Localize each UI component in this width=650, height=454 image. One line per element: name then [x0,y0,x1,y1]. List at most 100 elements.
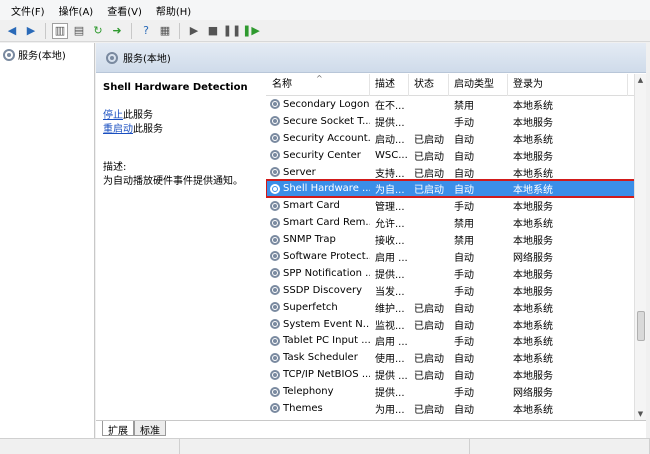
table-row[interactable]: Smart Card Rem... 允许... 禁用 本地系统 [266,214,646,231]
cell-description: 使用... [375,354,405,366]
table-row[interactable]: Themes 为用... 已启动 自动 本地系统 [266,400,646,417]
cell-log-on-as: 本地服务 [513,117,553,129]
export-icon[interactable]: ➜ [109,23,125,39]
table-row[interactable]: SPP Notification ... 提供... 手动 本地服务 [266,265,646,282]
cell-log-on-as: 本地系统 [513,404,553,416]
table-row[interactable]: Software Protect... 启用 ... 自动 网络服务 [266,248,646,265]
service-name: Security Center [283,149,361,161]
table-row[interactable]: Secondary Logon 在不... 禁用 本地系统 [266,96,646,113]
cell-name: SNMP Trap [266,234,370,245]
table-row[interactable]: Security Account... 启动... 已启动 自动 本地系统 [266,130,646,147]
cell-name: Software Protect... [266,251,370,262]
cell-description: 提供... [375,388,405,400]
table-row[interactable]: Secure Socket T... 提供... 手动 本地服务 [266,113,646,130]
service-name: SSDP Discovery [283,284,363,296]
status-cell [180,439,470,454]
cell-description: 提供... [375,117,405,129]
column-header-description[interactable]: 描述 [370,74,409,96]
cell-log-on-as: 本地服务 [513,236,553,248]
service-gear-icon [270,335,280,346]
cell-status: 已启动 [414,151,444,163]
stop-service-link[interactable]: 停止 [103,110,123,121]
cell-description: 启用 ... [375,337,408,349]
column-header-status[interactable]: 状态 [409,74,449,96]
service-gear-icon [270,217,280,228]
table-row[interactable]: Task Scheduler 使用... 已启动 自动 本地系统 [266,349,646,366]
toolbar: ◀ ▶ ▥ ▤ ↻ ➜ ? ▦ ▶ ■ ❚❚ ❚▶ [0,20,650,42]
cell-description: 为用... [375,404,405,416]
scroll-down-icon[interactable]: ▼ [635,408,646,420]
cell-status: 已启动 [414,168,444,180]
properties-icon[interactable]: ▤ [71,23,87,39]
cell-startup-type: 禁用 [454,100,474,112]
cell-name: System Event N... [266,319,370,330]
cell-log-on-as: 本地服务 [513,371,553,383]
table-row[interactable]: Tablet PC Input ... 启用 ... 手动 本地系统 [266,332,646,349]
vertical-scrollbar[interactable]: ▲ ▼ [634,74,646,420]
service-name: Software Protect... [283,250,370,262]
service-name: Shell Hardware ... [283,183,370,195]
service-gear-icon [270,302,280,313]
cell-name: Shell Hardware ... [266,183,370,194]
service-gear-icon [270,403,280,414]
cell-description: 监视... [375,320,405,332]
cell-log-on-as: 本地系统 [513,337,553,349]
help-icon[interactable]: ? [138,23,154,39]
tree-item-services-local[interactable]: 服务(本地) [0,43,94,66]
table-row[interactable]: TCP/IP NetBIOS ... 提供 ... 已启动 自动 本地服务 [266,366,646,383]
table-row[interactable]: SSDP Discovery 当发... 手动 本地服务 [266,282,646,299]
table-row[interactable]: System Event N... 监视... 已启动 自动 本地系统 [266,316,646,333]
cell-log-on-as: 本地系统 [513,219,553,231]
cell-description: 提供... [375,269,405,281]
service-name: Themes [283,402,323,414]
table-row[interactable]: Security Center WSC... 已启动 自动 本地服务 [266,147,646,164]
service-gear-icon [270,285,280,296]
play-icon[interactable]: ▶ [186,23,202,39]
table-row[interactable]: Smart Card 管理... 手动 本地服务 [266,197,646,214]
table-row[interactable]: SNMP Trap 接收... 禁用 本地服务 [266,231,646,248]
table-row[interactable]: Telephony 提供... 手动 网络服务 [266,383,646,400]
table-row-selected[interactable]: Shell Hardware ... 为自... 已启动 自动 本地系统 [266,179,646,199]
column-header-log-on-as[interactable]: 登录为 [508,74,628,96]
tab-extended[interactable]: 扩展 [102,421,134,437]
cell-status: 已启动 [414,134,444,146]
tab-standard[interactable]: 标准 [134,421,166,437]
cell-startup-type: 自动 [454,320,474,332]
table-row[interactable]: Superfetch 维护... 已启动 自动 本地系统 [266,299,646,316]
refresh-icon[interactable]: ↻ [90,23,106,39]
scroll-thumb[interactable] [637,311,645,341]
restart-icon[interactable]: ❚▶ [242,23,260,39]
pause-icon[interactable]: ❚❚ [223,23,241,39]
cell-startup-type: 自动 [454,134,474,146]
stop-icon[interactable]: ■ [205,23,221,39]
restart-action: 重启动此服务 [103,123,259,137]
restart-suffix: 此服务 [133,124,163,135]
cell-log-on-as: 本地系统 [513,320,553,332]
forward-icon[interactable]: ▶ [23,23,39,39]
view-tabs: 扩展 标准 [96,420,646,438]
console-tree-icon[interactable]: ▥ [52,22,68,39]
pane-header: 服务(本地) [96,43,646,73]
column-header-startup-type[interactable]: 启动类型 [449,74,508,96]
service-name: System Event N... [283,318,370,330]
restart-service-link[interactable]: 重启动 [103,124,133,135]
menu-file[interactable]: 文件(F) [4,3,52,18]
cell-log-on-as: 本地服务 [513,202,553,214]
cell-name: Telephony [266,386,370,397]
services-gear-icon [3,48,15,61]
list-header: ^ 名称 描述 状态 启动类型 登录为 [266,74,646,96]
back-icon[interactable]: ◀ [4,23,20,39]
service-name: Smart Card [283,200,340,212]
view-icon[interactable]: ▦ [157,23,173,39]
table-row[interactable]: Server 支持... 已启动 自动 本地系统 [266,164,646,181]
cell-startup-type: 自动 [454,185,474,197]
menu-action[interactable]: 操作(A) [52,3,101,18]
cell-startup-type: 禁用 [454,219,474,231]
menu-help[interactable]: 帮助(H) [149,3,198,18]
cell-description: 管理... [375,202,405,214]
cell-description: 支持... [375,168,405,180]
menu-bar: 文件(F) 操作(A) 查看(V) 帮助(H) [0,0,650,20]
menu-view[interactable]: 查看(V) [100,3,149,18]
status-cell [0,439,180,454]
scroll-up-icon[interactable]: ▲ [635,74,646,86]
